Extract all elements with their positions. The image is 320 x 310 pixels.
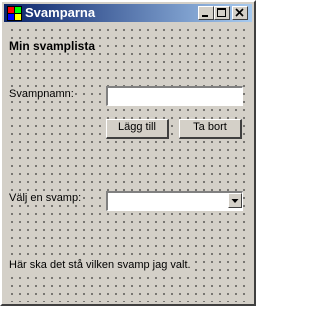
minimize-icon (202, 15, 208, 17)
mushroom-name-input[interactable] (106, 86, 243, 106)
form-client-area: Min svamplista Svampnamn: Lägg till Ta b… (6, 24, 246, 302)
form-heading: Min svamplista (9, 39, 96, 53)
maximize-icon (217, 8, 226, 17)
close-button[interactable] (232, 6, 248, 20)
selected-mushroom-text: Här ska det stå vilken svamp jag valt. (9, 259, 191, 272)
mushroom-select[interactable] (106, 191, 243, 211)
app-window: Svamparna Min svamplista Svampnamn: Lägg… (0, 0, 256, 306)
window-title: Svamparna (25, 5, 96, 20)
app-window-icon[interactable] (7, 6, 22, 21)
chevron-down-icon (231, 199, 239, 203)
select-mushroom-label: Välj en svamp: (9, 192, 82, 205)
add-button[interactable]: Lägg till (106, 119, 169, 139)
maximize-button[interactable] (214, 6, 230, 20)
title-bar[interactable]: Svamparna (4, 4, 252, 22)
dropdown-button[interactable] (228, 193, 242, 208)
close-icon (235, 8, 244, 17)
minimize-button[interactable] (198, 6, 214, 20)
mushroom-name-label: Svampnamn: (9, 88, 74, 101)
remove-button[interactable]: Ta bort (179, 119, 242, 139)
